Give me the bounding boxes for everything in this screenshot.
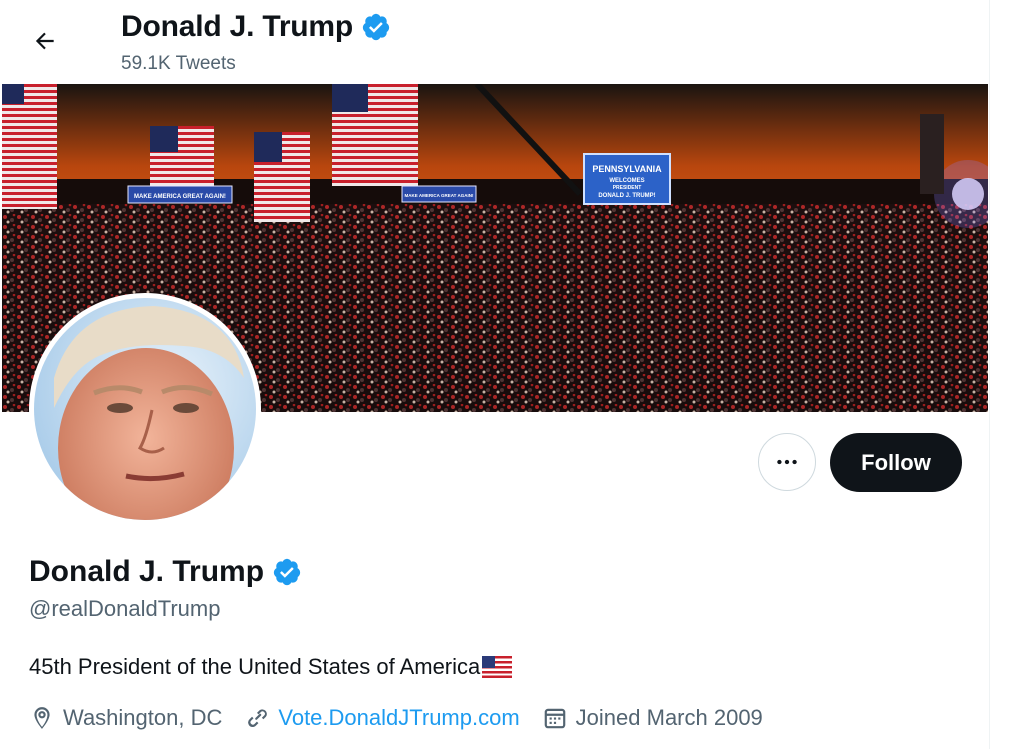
follow-button[interactable]: Follow <box>830 433 962 492</box>
more-horizontal-icon <box>777 459 797 465</box>
banner-sign-line-1: PENNSYLVANIA <box>592 164 662 174</box>
website-item[interactable]: Vote.DonaldJTrump.com <box>244 705 520 731</box>
profile-handle: @realDonaldTrump <box>29 596 221 621</box>
more-options-button[interactable] <box>758 433 816 491</box>
flag-2 <box>150 126 214 186</box>
header-name: Donald J. Trump <box>121 10 354 43</box>
flag-4 <box>332 84 418 186</box>
banner-sign-small-2: MAKE AMERICA GREAT AGAIN! <box>405 193 474 198</box>
avatar-image <box>34 298 256 520</box>
joined-text: Joined March 2009 <box>575 705 763 730</box>
us-flag-icon <box>482 656 513 678</box>
flag-left <box>2 84 57 209</box>
profile-bio: 45th President of the United States of A… <box>29 654 513 680</box>
profile-avatar[interactable] <box>29 293 261 525</box>
profile-bio-text: 45th President of the United States of A… <box>29 654 481 679</box>
flag-3 <box>254 132 310 222</box>
header-title: Donald J. Trump <box>121 10 391 44</box>
banner-sign-line-3: PRESIDENT <box>613 185 642 191</box>
location-pin-icon <box>34 707 50 729</box>
banner-sign-line-2: WELCOMES <box>609 178 644 184</box>
back-button[interactable] <box>26 22 64 60</box>
profile-name-row: Donald J. Trump <box>29 555 302 589</box>
joined-item: Joined March 2009 <box>542 705 763 731</box>
profile-name: Donald J. Trump <box>29 555 265 588</box>
arrow-left-icon <box>35 32 54 50</box>
banner-sign-small-1: MAKE AMERICA GREAT AGAIN! <box>134 194 226 200</box>
website-link[interactable]: Vote.DonaldJTrump.com <box>278 705 519 731</box>
profile-meta: Washington, DC Vote.DonaldJTrump.com Joi… <box>29 705 785 731</box>
profile-column: Donald J. Trump 59.1K Tweets MAKE AMERIC… <box>0 0 990 749</box>
calendar-icon <box>544 708 565 729</box>
profile-header-bar: Donald J. Trump 59.1K Tweets <box>0 0 989 84</box>
link-icon <box>248 709 268 727</box>
verified-badge-icon <box>362 13 390 41</box>
location-item: Washington, DC <box>29 705 222 731</box>
verified-badge-icon <box>273 558 301 586</box>
banner-sign-line-4: DONALD J. TRUMP! <box>598 193 655 199</box>
location-text: Washington, DC <box>63 705 223 730</box>
tweet-count: 59.1K Tweets <box>121 53 236 74</box>
